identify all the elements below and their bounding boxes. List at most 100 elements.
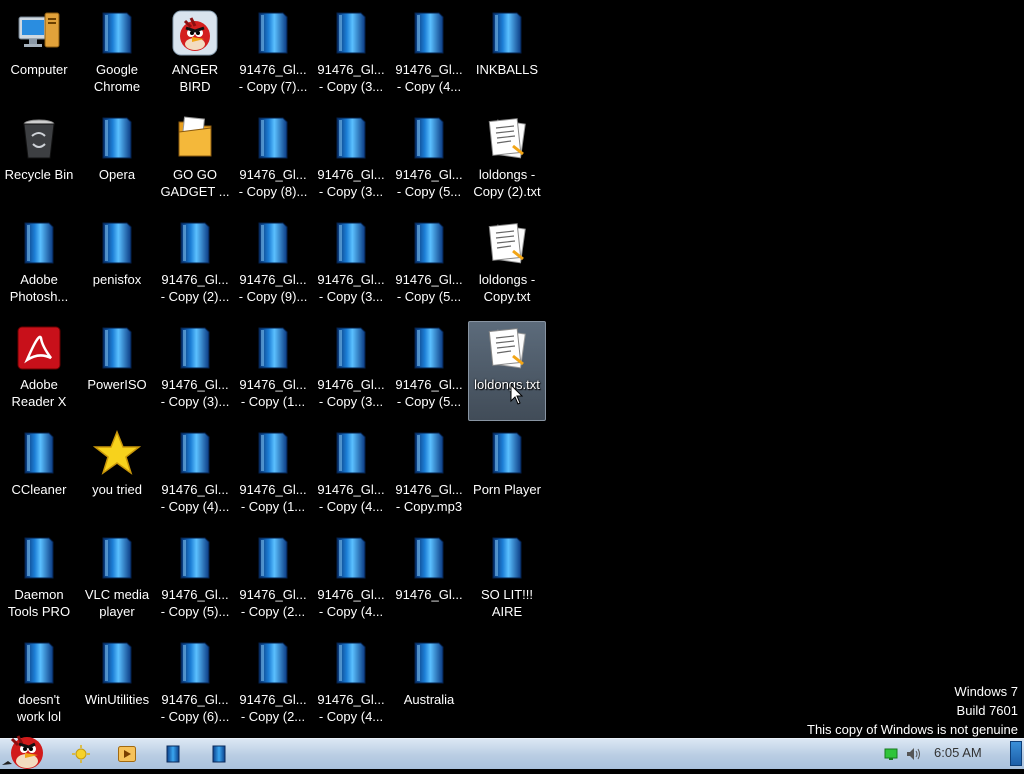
application-shortcut-icon (483, 534, 531, 582)
desktop-icon-label: GO GO GADGET ... (160, 167, 230, 199)
desktop-icon-label: 91476_Gl... - Copy (3... (317, 272, 385, 304)
desktop-icon-label: 91476_Gl... - Copy (3... (317, 377, 385, 409)
desktop-icon[interactable]: 91476_Gl... - Copy (2)... (156, 216, 234, 316)
media-player-icon[interactable] (114, 743, 140, 765)
desktop-icon[interactable]: 91476_Gl... - Copy (5... (390, 111, 468, 211)
desktop-icon[interactable]: Adobe Photosh... (0, 216, 78, 316)
adobe-reader-icon (15, 324, 63, 372)
application-shortcut-icon (405, 9, 453, 57)
desktop-icon[interactable]: 91476_Gl... - Copy (9)... (234, 216, 312, 316)
desktop-icon[interactable]: loldongs.txt (468, 321, 546, 421)
desktop-icon[interactable]: 91476_Gl... - Copy (1... (234, 426, 312, 526)
taskbar-clock[interactable]: 6:05 AM (934, 745, 982, 760)
desktop-icon[interactable]: 91476_Gl... - Copy (4)... (156, 426, 234, 526)
desktop-icon[interactable]: SO LIT!!! AIRE (468, 531, 546, 631)
watermark-os: Windows 7 (954, 684, 1018, 699)
application-shortcut-icon (15, 534, 63, 582)
desktop-icon-label: 91476_Gl... - Copy (4... (395, 62, 463, 94)
desktop-icon[interactable]: 91476_Gl... - Copy (5... (390, 321, 468, 421)
network-icon[interactable] (882, 743, 900, 765)
application-shortcut-icon (327, 324, 375, 372)
desktop-icon[interactable]: Adobe Reader X (0, 321, 78, 421)
desktop-icon-label: 91476_Gl... - Copy (9)... (238, 272, 308, 304)
folder-icon (171, 114, 219, 162)
application-shortcut-icon (15, 429, 63, 477)
application-shortcut-icon (483, 429, 531, 477)
application-shortcut-icon (93, 534, 141, 582)
desktop-icon[interactable]: 91476_Gl... - Copy (1... (234, 321, 312, 421)
desktop-icon[interactable]: 91476_Gl... - Copy (4... (312, 636, 390, 736)
desktop-icon[interactable]: 91476_Gl... - Copy.mp3 (390, 426, 468, 526)
desktop-icon[interactable]: 91476_Gl... - Copy (6)... (156, 636, 234, 736)
text-file-icon (483, 324, 531, 372)
application-shortcut-icon (249, 324, 297, 372)
sun-icon[interactable] (68, 743, 94, 765)
desktop-icon[interactable]: 91476_Gl... - Copy (5... (390, 216, 468, 316)
desktop-icon-label: 91476_Gl... - Copy (3)... (160, 377, 230, 409)
desktop-icon[interactable]: GO GO GADGET ... (156, 111, 234, 211)
application-shortcut-icon (249, 9, 297, 57)
desktop-icon[interactable]: 91476_Gl... - Copy (3... (312, 216, 390, 316)
desktop-icon[interactable]: PowerISO (78, 321, 156, 421)
desktop-icon[interactable]: 91476_Gl... - Copy (4... (312, 531, 390, 631)
desktop-icon[interactable]: Computer (0, 6, 78, 106)
show-desktop-button[interactable] (1010, 741, 1022, 766)
desktop-icon[interactable]: you tried (78, 426, 156, 526)
desktop-icon[interactable]: loldongs - Copy.txt (468, 216, 546, 316)
blue-app-icon[interactable] (206, 743, 232, 765)
desktop-icon-label: ANGER BIRD (171, 62, 219, 94)
application-shortcut-icon (93, 639, 141, 687)
recycle-bin-icon (15, 114, 63, 162)
desktop-icon[interactable]: doesn't work lol (0, 636, 78, 736)
desktop-icon[interactable]: Recycle Bin (0, 111, 78, 211)
application-shortcut-icon (93, 9, 141, 57)
desktop-icon[interactable]: 91476_Gl... - Copy (3)... (156, 321, 234, 421)
desktop[interactable]: Computer Recycle Bin Adobe Photosh... Adobe… (0, 0, 1024, 738)
desktop-icon[interactable]: 91476_Gl... - Copy (7)... (234, 6, 312, 106)
desktop-icon[interactable]: 91476_Gl... (390, 531, 468, 631)
taskbar: 6:05 AM (0, 735, 1024, 769)
desktop-icon-label: 91476_Gl... - Copy (4... (317, 692, 385, 724)
desktop-icon-label: 91476_Gl... (395, 587, 463, 602)
desktop-icon-label: CCleaner (11, 482, 67, 497)
desktop-icon[interactable]: 91476_Gl... - Copy (2... (234, 636, 312, 736)
desktop-icon[interactable]: INKBALLS (468, 6, 546, 106)
desktop-icon[interactable]: Australia (390, 636, 468, 736)
application-shortcut-icon (249, 429, 297, 477)
desktop-icon[interactable]: 91476_Gl... - Copy (5)... (156, 531, 234, 631)
application-shortcut-icon (93, 114, 141, 162)
desktop-icon-label: loldongs - Copy (2).txt (473, 167, 541, 199)
desktop-icon[interactable]: CCleaner (0, 426, 78, 526)
desktop-icon[interactable]: ANGER BIRD (156, 6, 234, 106)
desktop-icon[interactable]: VLC media player (78, 531, 156, 631)
blue-app-icon[interactable] (160, 743, 186, 765)
desktop-icon[interactable]: 91476_Gl... - Copy (3... (312, 6, 390, 106)
desktop-icon[interactable]: 91476_Gl... - Copy (4... (390, 6, 468, 106)
desktop-icon[interactable]: loldongs - Copy (2).txt (468, 111, 546, 211)
desktop-icon[interactable]: Google Chrome (78, 6, 156, 106)
desktop-icon-label: 91476_Gl... - Copy (4... (317, 587, 385, 619)
desktop-icon[interactable]: 91476_Gl... - Copy (8)... (234, 111, 312, 211)
application-shortcut-icon (327, 639, 375, 687)
volume-icon[interactable] (904, 743, 924, 765)
desktop-icon[interactable]: 91476_Gl... - Copy (2... (234, 531, 312, 631)
desktop-icon-label: 91476_Gl... - Copy (2)... (160, 272, 230, 304)
desktop-icon-label: Recycle Bin (4, 167, 74, 182)
desktop-icon-label: 91476_Gl... - Copy (5)... (160, 587, 230, 619)
desktop-icon-label: Computer (10, 62, 68, 77)
desktop-icon[interactable]: Daemon Tools PRO (0, 531, 78, 631)
desktop-icon[interactable]: 91476_Gl... - Copy (3... (312, 321, 390, 421)
application-shortcut-icon (171, 429, 219, 477)
desktop-icon-label: 91476_Gl... - Copy (1... (239, 482, 307, 514)
desktop-icon[interactable]: 91476_Gl... - Copy (4... (312, 426, 390, 526)
start-button[interactable] (0, 731, 54, 769)
desktop-icon[interactable]: Opera (78, 111, 156, 211)
desktop-icon[interactable]: Porn Player (468, 426, 546, 526)
desktop-icon[interactable]: WinUtilities (78, 636, 156, 736)
desktop-icon-label: 91476_Gl... - Copy (5... (395, 272, 463, 304)
text-file-icon (483, 219, 531, 267)
desktop-icon-label: 91476_Gl... - Copy (4)... (160, 482, 230, 514)
desktop-icon[interactable]: penisfox (78, 216, 156, 316)
desktop-icon[interactable]: 91476_Gl... - Copy (3... (312, 111, 390, 211)
application-shortcut-icon (405, 534, 453, 582)
